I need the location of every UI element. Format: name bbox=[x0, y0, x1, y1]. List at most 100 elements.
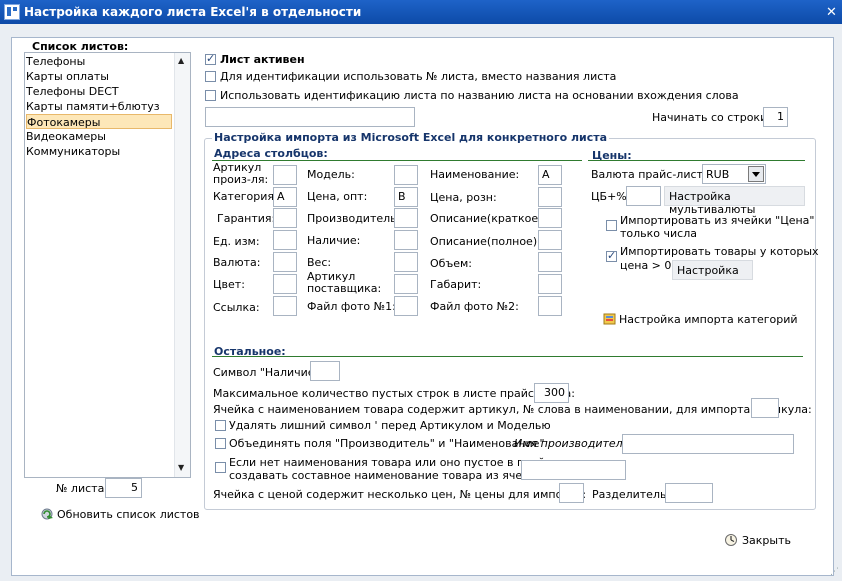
merge-fields-label: Объединять поля "Производитель" и "Наиме… bbox=[229, 437, 545, 450]
resize-grip-icon[interactable]: ⋰ bbox=[830, 567, 839, 577]
field-label-color: Цвет: bbox=[213, 278, 245, 291]
field-label-warranty: Гарантия: bbox=[217, 212, 276, 225]
field-input-weight[interactable] bbox=[394, 252, 418, 272]
close-button[interactable]: Закрыть bbox=[742, 534, 791, 547]
field-input-dimensions[interactable] bbox=[538, 274, 562, 294]
columns-section-title: Адреса столбцов: bbox=[214, 147, 328, 160]
field-input-article[interactable] bbox=[273, 165, 297, 185]
import-numbers-only-checkbox[interactable] bbox=[606, 220, 617, 231]
article-word-number-label: Ячейка с наименованием товара содержит а… bbox=[213, 403, 812, 416]
price-currency-select[interactable]: RUB bbox=[702, 164, 766, 184]
field-input-manufacturer[interactable] bbox=[394, 208, 418, 228]
use-sheet-number-label: Для идентификации использовать № листа, … bbox=[220, 70, 617, 83]
price-currency-label: Валюта прайс-листа: bbox=[591, 168, 714, 181]
start-row-input[interactable]: 1 bbox=[763, 107, 788, 127]
field-input-category[interactable]: A bbox=[273, 187, 297, 207]
merge-fields-checkbox[interactable] bbox=[215, 438, 226, 449]
list-item[interactable]: Видеокамеры bbox=[26, 129, 172, 144]
compose-name-label-1: Если нет наименования товара или оно пус… bbox=[229, 456, 562, 469]
availability-symbol-input[interactable] bbox=[310, 361, 340, 381]
field-input-link[interactable] bbox=[273, 296, 297, 316]
use-sheet-number-checkbox[interactable] bbox=[205, 71, 216, 82]
field-input-full-description[interactable] bbox=[538, 230, 562, 250]
field-label-weight: Вес: bbox=[307, 256, 332, 269]
field-input-short-description[interactable] bbox=[538, 208, 562, 228]
remove-quote-checkbox[interactable] bbox=[215, 420, 226, 431]
field-label-wholesale-price: Цена, опт: bbox=[307, 190, 368, 203]
sheet-active-checkbox[interactable] bbox=[205, 52, 216, 65]
list-scrollbar[interactable]: ▲ ▼ bbox=[174, 53, 190, 477]
price-currency-value: RUB bbox=[706, 168, 730, 181]
multi-price-input[interactable] bbox=[559, 483, 584, 503]
scroll-down-icon[interactable]: ▼ bbox=[178, 463, 184, 472]
scroll-up-icon[interactable]: ▲ bbox=[178, 56, 184, 65]
article-word-number-input[interactable] bbox=[751, 398, 779, 418]
separator-label: Разделитель: bbox=[592, 488, 671, 501]
field-label-volume: Объем: bbox=[430, 257, 472, 270]
import-numbers-only-label-2: только числа bbox=[620, 227, 697, 240]
use-word-identification-checkbox[interactable] bbox=[205, 90, 216, 101]
price-filter-settings-button[interactable]: Настройка bbox=[672, 260, 753, 280]
field-label-manufacturer: Производитель: bbox=[307, 212, 401, 225]
list-item[interactable]: Карты оплаты bbox=[26, 69, 172, 84]
field-input-availability[interactable] bbox=[394, 230, 418, 250]
field-input-warranty[interactable] bbox=[273, 208, 297, 228]
cb-percent-label: ЦБ+% bbox=[591, 190, 627, 203]
field-input-photo1[interactable] bbox=[394, 296, 418, 316]
field-label-retail-price: Цена, розн: bbox=[430, 191, 497, 204]
refresh-sheets-button[interactable]: Обновить список листов bbox=[57, 508, 200, 521]
field-label-supplier-article: Артикул поставщика: bbox=[307, 270, 382, 295]
field-input-volume[interactable] bbox=[538, 252, 562, 272]
field-input-supplier-article[interactable] bbox=[394, 274, 418, 294]
field-label-model: Модель: bbox=[307, 168, 355, 181]
sheet-number-input[interactable]: 5 bbox=[105, 478, 142, 498]
compose-name-checkbox[interactable] bbox=[215, 462, 226, 473]
category-import-settings-link[interactable]: Настройка импорта категорий bbox=[619, 313, 798, 326]
compose-name-label-2: создавать составное наименование товара … bbox=[229, 469, 540, 482]
list-item[interactable]: Карты памяти+блютуз bbox=[26, 99, 172, 114]
multicurrency-settings-button[interactable]: Настройка мультивалюты bbox=[664, 186, 805, 216]
field-label-full-description: Описание(полное): bbox=[430, 235, 541, 248]
field-input-color[interactable] bbox=[273, 274, 297, 294]
columns-divider bbox=[212, 160, 582, 161]
window-title: Настройка каждого листа Excel'я в отдель… bbox=[24, 5, 362, 19]
refresh-icon[interactable] bbox=[40, 507, 56, 521]
settings-window: Настройка каждого листа Excel'я в отдель… bbox=[0, 0, 842, 581]
field-label-unit: Ед. изм: bbox=[213, 235, 260, 248]
import-positive-price-label-1: Импортировать товары у которых bbox=[620, 245, 819, 258]
import-positive-price-checkbox[interactable] bbox=[606, 249, 617, 262]
field-label-availability: Наличие: bbox=[307, 234, 361, 247]
list-item[interactable]: Коммуникаторы bbox=[26, 144, 172, 159]
separator-input[interactable] bbox=[665, 483, 713, 503]
field-input-name[interactable]: A bbox=[538, 165, 562, 185]
compose-name-input[interactable] bbox=[521, 460, 626, 480]
max-empty-rows-input[interactable]: 300 bbox=[534, 383, 569, 403]
list-item[interactable]: Телефоны bbox=[26, 54, 172, 69]
field-input-currency[interactable] bbox=[273, 252, 297, 272]
import-group-title: Настройка импорта из Microsoft Excel для… bbox=[212, 131, 610, 144]
sheets-list[interactable]: Телефоны Карты оплаты Телефоны DECT Карт… bbox=[24, 52, 191, 478]
close-icon[interactable] bbox=[724, 533, 740, 547]
field-input-retail-price[interactable] bbox=[538, 187, 562, 207]
field-input-unit[interactable] bbox=[273, 230, 297, 250]
identification-word-input[interactable] bbox=[205, 107, 415, 127]
other-divider bbox=[212, 356, 803, 357]
field-label-photo1: Файл фото №1: bbox=[307, 300, 396, 313]
cb-percent-input[interactable] bbox=[626, 186, 661, 206]
list-item-selected[interactable]: Фотокамеры bbox=[26, 114, 172, 129]
field-input-photo2[interactable] bbox=[538, 296, 562, 316]
excel-sheet-icon bbox=[4, 4, 20, 20]
category-import-icon[interactable] bbox=[602, 311, 618, 327]
field-input-wholesale-price[interactable]: B bbox=[394, 187, 418, 207]
chevron-down-icon[interactable] bbox=[748, 166, 764, 182]
import-numbers-only-label-1: Импортировать из ячейки "Цена" bbox=[620, 214, 815, 227]
field-label-short-description: Описание(краткое): bbox=[430, 212, 547, 225]
max-empty-rows-label: Максимальное количество пустых строк в л… bbox=[213, 387, 575, 400]
maker-name-label: Имя производителя: bbox=[514, 437, 634, 450]
list-item[interactable]: Телефоны DECT bbox=[26, 84, 172, 99]
maker-name-input[interactable] bbox=[622, 434, 794, 454]
close-window-icon[interactable]: ✕ bbox=[826, 5, 837, 20]
remove-quote-label: Удалять лишний символ ' перед Артикулом … bbox=[229, 419, 551, 432]
availability-symbol-label: Символ "Наличие": bbox=[213, 366, 324, 379]
field-input-model[interactable] bbox=[394, 165, 418, 185]
